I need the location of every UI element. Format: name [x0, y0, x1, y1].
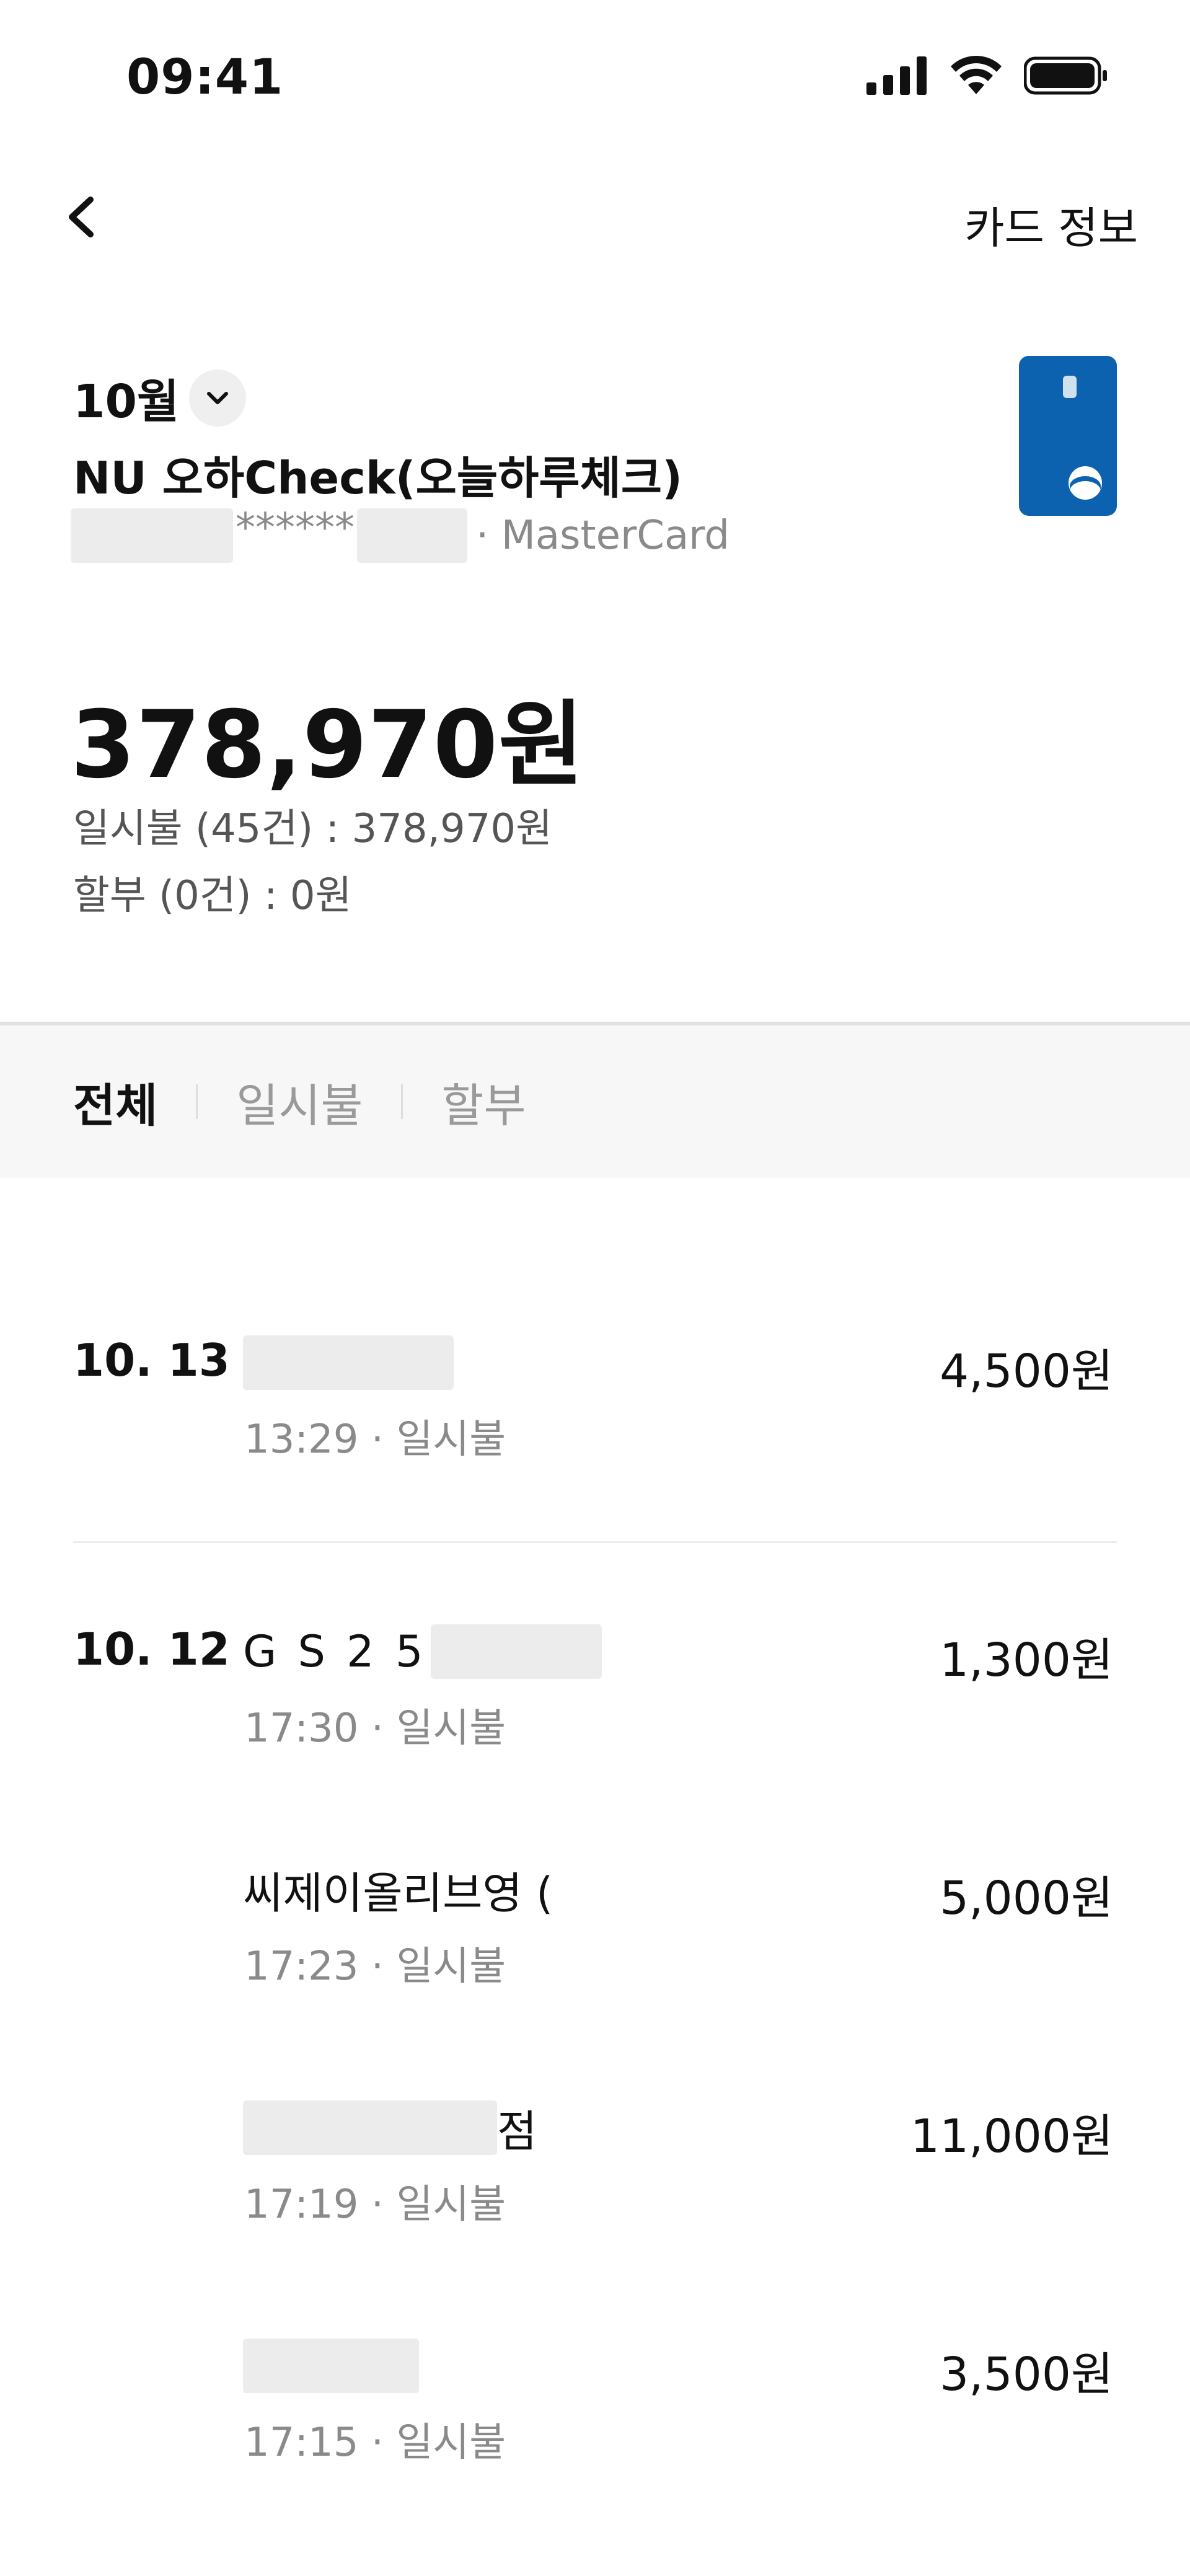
date-group-divider: [73, 1541, 1117, 1543]
transaction-time-type: 17:19 · 일시불: [244, 2182, 506, 2228]
card-info-button[interactable]: 카드 정보: [964, 193, 1138, 256]
masked-merchant-name: [243, 2100, 497, 2155]
transaction-time-type: 17:15 · 일시불: [244, 2420, 506, 2466]
masked-merchant-name: [243, 2339, 419, 2393]
installment-summary: 할부 (0건) : 0원: [73, 873, 352, 919]
battery-icon: [1024, 56, 1107, 95]
month-label: 10월: [73, 375, 180, 428]
lump-sum-summary: 일시불 (45건) : 378,970원: [73, 806, 553, 852]
masked-merchant-name: [430, 1624, 602, 1679]
transaction-amount: 3,500원: [940, 2348, 1113, 2401]
back-chevron-icon[interactable]: [56, 186, 112, 248]
status-bar: 09:41: [0, 0, 1190, 155]
transaction-amount: 1,300원: [940, 1634, 1113, 1687]
masked-card-suffix: [357, 508, 467, 563]
tab-installment[interactable]: 할부: [441, 1069, 526, 1135]
transaction-row[interactable]: 10. 12 G S 2 5 17:30 · 일시불 1,300원: [0, 1623, 1190, 1766]
tab-lump-sum[interactable]: 일시불: [236, 1069, 363, 1135]
transaction-merchant: 씨제이올리브영 (: [243, 1861, 553, 1919]
masked-card-prefix: [71, 508, 233, 563]
month-dropdown-toggle[interactable]: [189, 369, 247, 427]
total-amount: 378,970원: [71, 691, 585, 799]
transaction-time-type: 17:23 · 일시불: [244, 1944, 506, 1990]
status-time: 09:41: [126, 50, 284, 105]
masked-merchant-name: [243, 1335, 454, 1390]
transaction-date: 10. 13: [73, 1334, 230, 1386]
transaction-merchant: 점: [243, 2099, 537, 2157]
transaction-row[interactable]: 씨제이올리브영 ( 17:23 · 일시불 5,000원: [0, 1861, 1190, 2004]
filter-tabs: 전체 일시불 할부: [0, 1025, 1190, 1178]
top-nav: 카드 정보: [0, 155, 1190, 279]
status-icons: [866, 56, 1108, 95]
transaction-merchant: [243, 1334, 454, 1391]
tab-all[interactable]: 전체: [73, 1069, 157, 1135]
transaction-row[interactable]: 점 17:19 · 일시불 11,000원: [0, 2099, 1190, 2242]
month-selector[interactable]: 10월: [73, 365, 247, 431]
transaction-date: 10. 12: [73, 1623, 230, 1675]
transaction-amount: 5,000원: [940, 1872, 1113, 1925]
merchant-name-text: 씨제이올리브영 (: [243, 1867, 553, 1919]
cellular-signal-icon: [866, 56, 927, 95]
transaction-merchant: [243, 2337, 419, 2394]
transaction-time-type: 17:30 · 일시불: [244, 1706, 506, 1751]
card-logo-icon: [1069, 466, 1102, 500]
card-name: NU 오하Check(오늘하루체크): [73, 452, 683, 504]
transaction-amount: 4,500원: [940, 1345, 1113, 1398]
wifi-icon: [951, 56, 1002, 94]
tab-separator: [196, 1084, 198, 1119]
merchant-name-text: 점: [497, 2105, 537, 2157]
transaction-amount: 11,000원: [910, 2110, 1113, 2163]
transaction-row[interactable]: 10. 13 13:29 · 일시불 4,500원: [0, 1334, 1190, 1477]
card-thumbnail[interactable]: [1019, 356, 1117, 516]
chevron-down-icon: [207, 391, 229, 404]
card-number-mask: ******: [236, 505, 355, 551]
tab-separator: [401, 1084, 403, 1119]
transaction-merchant: G S 2 5: [243, 1623, 602, 1680]
card-number: ****** · MasterCard: [71, 505, 729, 563]
card-chip: [1063, 376, 1077, 398]
transaction-row[interactable]: 17:15 · 일시불 3,500원: [0, 2337, 1190, 2480]
merchant-name-text: G S 2 5: [243, 1626, 427, 1677]
transaction-time-type: 13:29 · 일시불: [244, 1417, 506, 1463]
card-network: · MasterCard: [476, 513, 729, 559]
